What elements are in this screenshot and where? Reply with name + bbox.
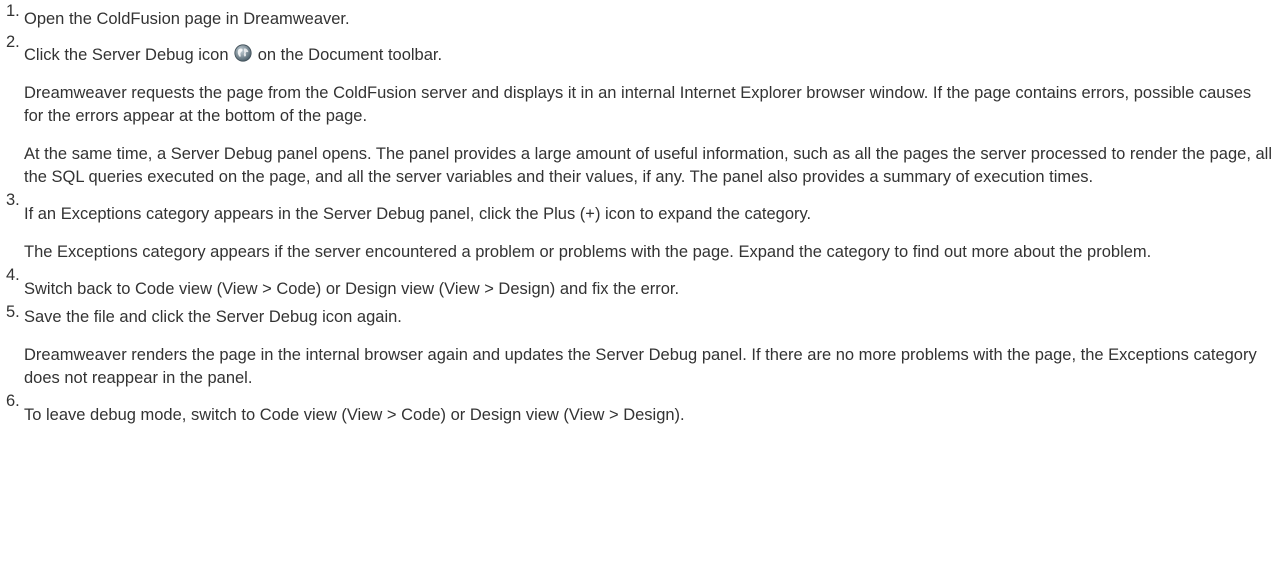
step-text: If an Exceptions category appears in the…: [24, 205, 812, 223]
step-2: 2. Click the Server Debug icon on the Do…: [0, 31, 1272, 189]
step-text-after-icon: on the Document toolbar.: [257, 46, 443, 64]
step-1: 1. Open the ColdFusion page in Dreamweav…: [0, 0, 1272, 31]
step-description: Dreamweaver requests the page from the C…: [24, 84, 1252, 125]
step-text: Save the file and click the Server Debug…: [24, 308, 402, 326]
step-3: 3. If an Exceptions category appears in …: [0, 189, 1272, 264]
step-text: Open the ColdFusion page in Dreamweaver.: [24, 10, 350, 28]
step-number: 2.: [6, 33, 20, 51]
step-number: 6.: [6, 392, 20, 410]
step-description: The Exceptions category appears if the s…: [24, 243, 1152, 261]
step-5: 5. Save the file and click the Server De…: [0, 301, 1272, 390]
step-text: To leave debug mode, switch to Code view…: [24, 406, 685, 424]
step-description: At the same time, a Server Debug panel o…: [24, 145, 1273, 186]
step-number: 3.: [6, 191, 20, 209]
step-text: Switch back to Code view (View > Code) o…: [24, 280, 680, 298]
instruction-steps-list: 1. Open the ColdFusion page in Dreamweav…: [0, 0, 1272, 427]
step-text: Click the Server Debug icon on the Docum…: [24, 44, 1272, 67]
server-debug-globe-icon: [234, 44, 252, 62]
step-4: 4. Switch back to Code view (View > Code…: [0, 264, 1272, 301]
step-text-before-icon: Click the Server Debug icon: [24, 46, 229, 64]
step-description: Dreamweaver renders the page in the inte…: [24, 346, 1257, 387]
step-6: 6. To leave debug mode, switch to Code v…: [0, 390, 1272, 427]
step-number: 4.: [6, 266, 20, 284]
step-number: 1.: [6, 2, 20, 20]
step-number: 5.: [6, 303, 20, 321]
